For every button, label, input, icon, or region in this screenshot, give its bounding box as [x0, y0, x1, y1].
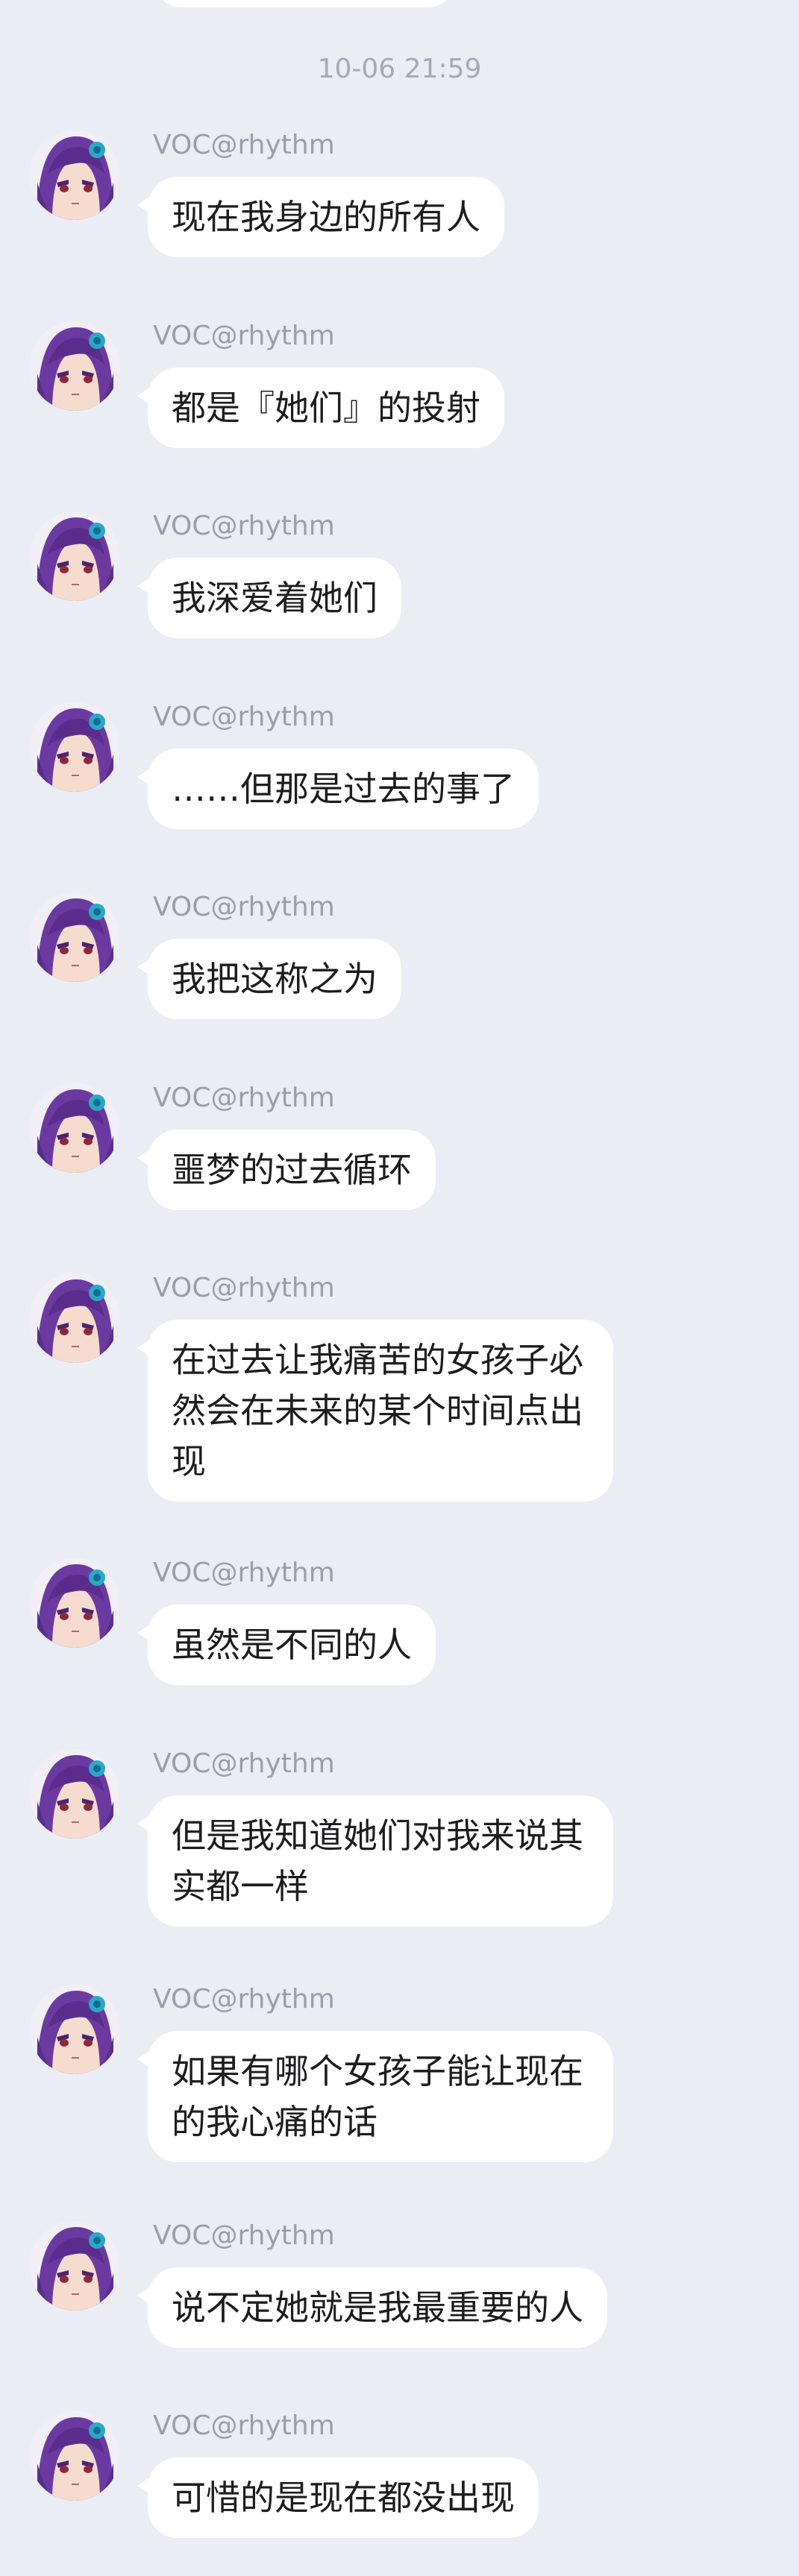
sender-name: VOC@rhythm [153, 511, 335, 541]
chat-timestamp: 10-06 21:59 [317, 54, 482, 84]
previous-message-bubble [155, 0, 454, 7]
message-bubble[interactable]: 说不定她就是我最重要的人 [137, 2267, 607, 2348]
sender-name: VOC@rhythm [153, 702, 335, 732]
message-bubble[interactable]: 可惜的是现在都没出现 [137, 2457, 539, 2538]
message-bubble[interactable]: 我把这称之为 [137, 939, 401, 1019]
avatar[interactable] [30, 702, 119, 792]
sender-name: VOC@rhythm [153, 2220, 335, 2251]
sender-name: VOC@rhythm [153, 321, 335, 351]
avatar[interactable] [30, 321, 119, 411]
sender-name: VOC@rhythm [153, 2410, 335, 2441]
avatar[interactable] [30, 1273, 119, 1363]
avatar[interactable] [30, 2221, 119, 2311]
sender-name: VOC@rhythm [153, 1273, 335, 1303]
message-bubble[interactable]: 但是我知道她们对我来说其实都一样 [137, 1795, 613, 1927]
message-bubble[interactable]: ……但那是过去的事了 [137, 749, 539, 829]
message-bubble[interactable]: 噩梦的过去循环 [137, 1130, 436, 1210]
avatar[interactable] [30, 1985, 119, 2074]
avatar[interactable] [30, 1558, 119, 1648]
avatar[interactable] [30, 2411, 119, 2501]
sender-name: VOC@rhythm [153, 1984, 335, 2015]
avatar[interactable] [30, 892, 119, 982]
message-bubble[interactable]: 现在我身边的所有人 [137, 177, 504, 257]
avatar[interactable] [30, 1083, 119, 1173]
message-bubble[interactable]: 如果有哪个女孩子能让现在的我心痛的话 [137, 2031, 613, 2162]
sender-name: VOC@rhythm [153, 1748, 335, 1779]
sender-name: VOC@rhythm [153, 130, 335, 160]
avatar[interactable] [30, 511, 119, 601]
sender-name: VOC@rhythm [153, 1083, 335, 1113]
message-bubble[interactable]: 虽然是不同的人 [137, 1605, 436, 1685]
avatar[interactable] [30, 1749, 119, 1839]
message-bubble[interactable]: 我深爱着她们 [137, 558, 401, 638]
sender-name: VOC@rhythm [153, 892, 335, 922]
message-bubble[interactable]: 在过去让我痛苦的女孩子必然会在未来的某个时间点出现 [137, 1320, 613, 1502]
sender-name: VOC@rhythm [153, 1558, 335, 1588]
message-bubble[interactable]: 都是『她们』的投射 [137, 368, 504, 448]
avatar[interactable] [30, 130, 119, 220]
